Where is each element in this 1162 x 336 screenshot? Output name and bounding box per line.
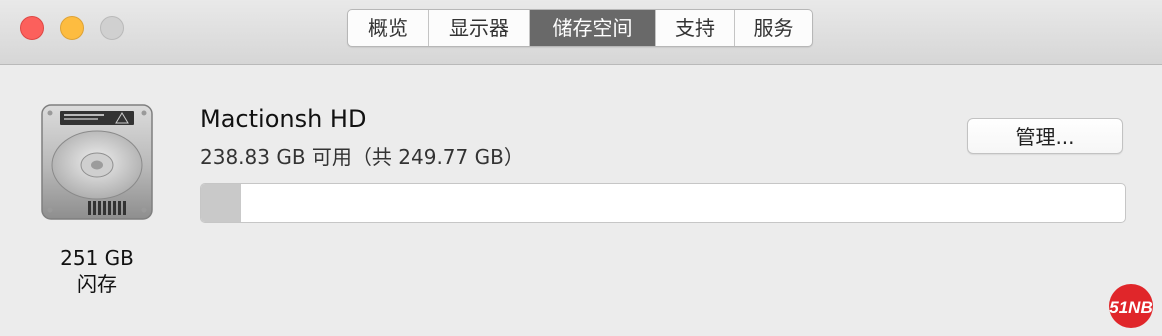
storage-panel: 251 GB 闪存 Mactionsh HD 238.83 GB 可用（共 24… (0, 65, 1162, 336)
tab-service[interactable]: 服务 (735, 10, 812, 46)
close-button[interactable] (20, 16, 44, 40)
storage-used-segment (201, 184, 242, 222)
disk-availability: 238.83 GB 可用（共 249.77 GB） (200, 145, 524, 169)
51nb-logo-icon: 51NB (1109, 284, 1153, 328)
zoom-button[interactable] (100, 16, 124, 40)
tab-support[interactable]: 支持 (656, 10, 735, 46)
tab-displays[interactable]: 显示器 (429, 10, 530, 46)
manage-button[interactable]: 管理... (967, 118, 1123, 154)
drive-caption: 251 GB 闪存 (47, 245, 147, 297)
tab-storage[interactable]: 储存空间 (530, 10, 656, 46)
tab-overview[interactable]: 概览 (348, 10, 429, 46)
storage-usage-bar (200, 183, 1126, 223)
disk-name: Mactionsh HD (200, 105, 367, 133)
title-bar: 概览 显示器 储存空间 支持 服务 (0, 0, 1162, 65)
hard-drive-icon (41, 104, 153, 220)
drive-capacity: 251 GB (60, 246, 134, 270)
minimize-button[interactable] (60, 16, 84, 40)
svg-text:51NB: 51NB (1109, 298, 1152, 317)
tab-bar: 概览 显示器 储存空间 支持 服务 (347, 9, 813, 47)
drive-type: 闪存 (77, 272, 117, 296)
